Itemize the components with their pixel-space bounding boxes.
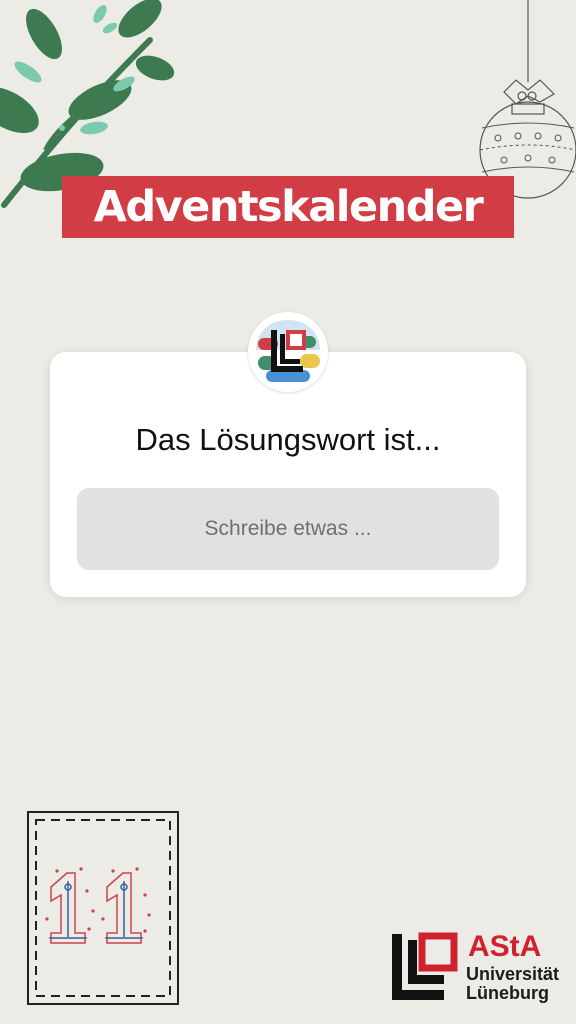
title-banner: Adventskalender [62, 176, 514, 238]
christmas-bauble-icon [479, 0, 576, 199]
page-title: Adventskalender [93, 181, 484, 232]
asta-university-logo: AStA Universität Lüneburg [390, 932, 568, 1004]
asta-line-city: Lüneburg [466, 983, 549, 1003]
asta-mark-icon [392, 932, 458, 1000]
question-text: Das Lösungswort ist... [135, 422, 441, 457]
answer-input[interactable] [77, 488, 499, 570]
asta-line-university: Universität [466, 964, 560, 984]
asta-name: AStA [468, 930, 542, 963]
asta-logo-icon [256, 320, 320, 382]
story-screen: Adventskalender Das Lösungswort ist... S… [0, 0, 576, 1024]
avatar[interactable] [248, 312, 328, 392]
advent-door-number-icon [27, 811, 179, 1005]
